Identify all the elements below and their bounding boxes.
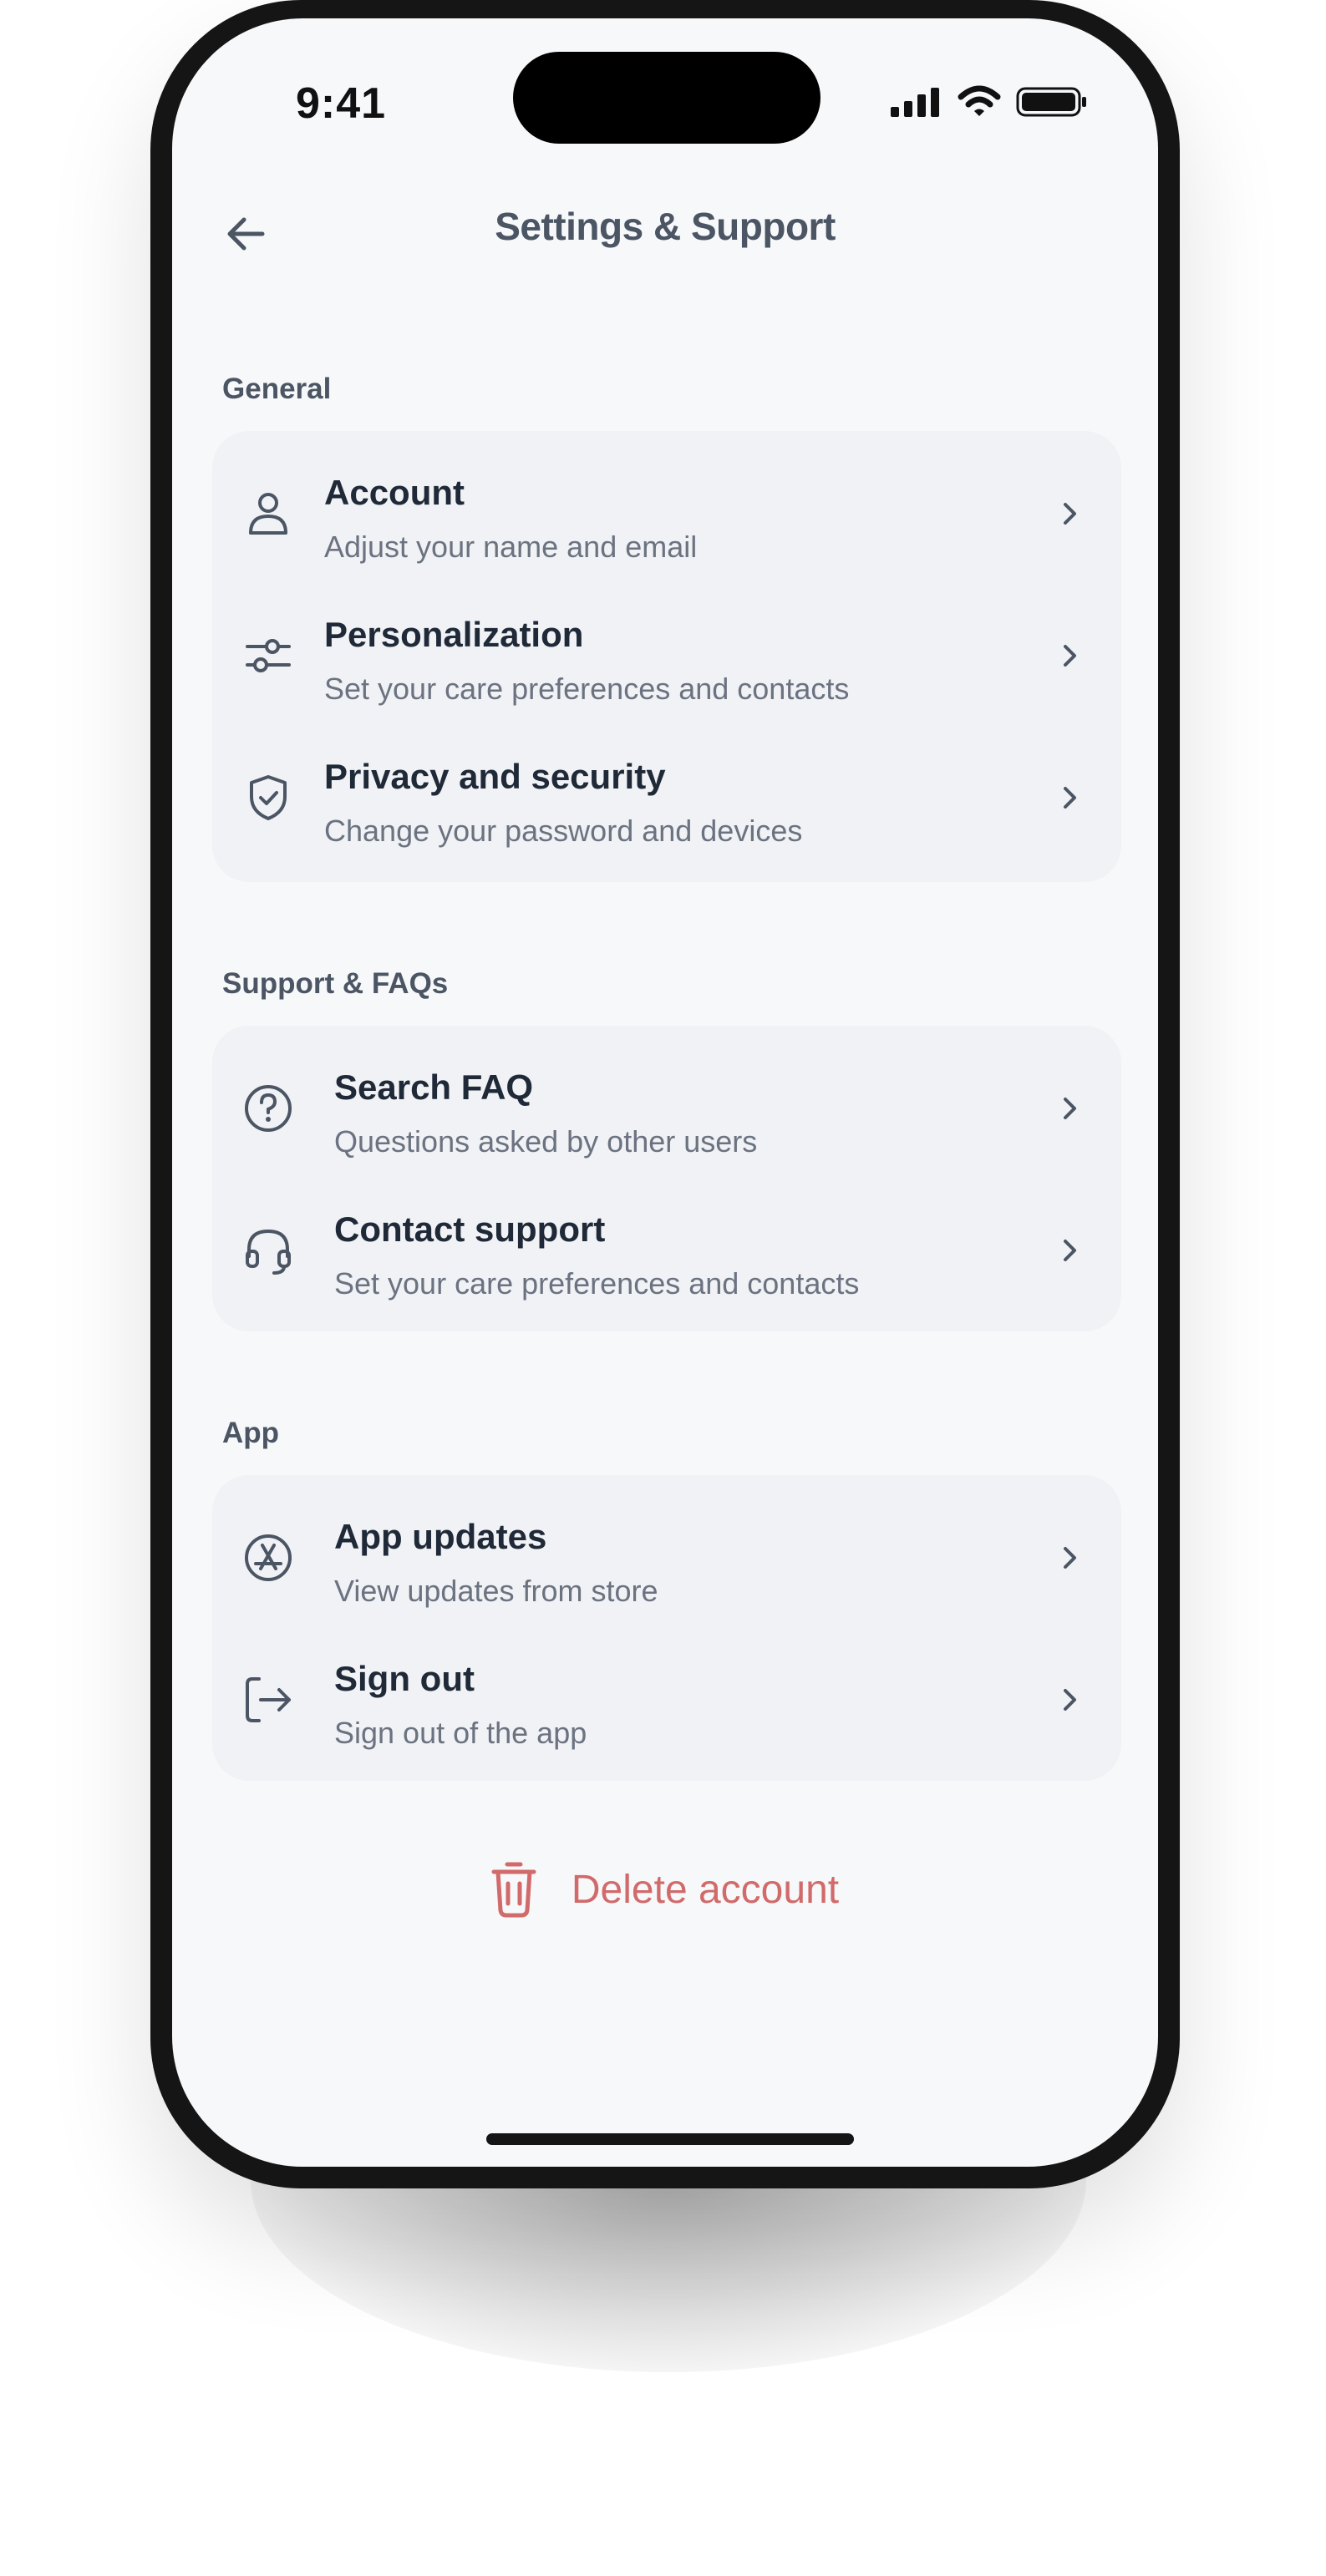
user-icon <box>249 493 287 535</box>
settings-item-title: Search FAQ <box>334 1067 534 1107</box>
trash-icon <box>491 1862 536 1918</box>
wifi-icon <box>958 85 1001 116</box>
sign-out-icon <box>246 1677 291 1722</box>
settings-item-title: Personalization <box>324 615 584 654</box>
status-icons <box>889 85 1088 119</box>
settings-card-general: Account Adjust your name and email Perso… <box>212 431 1121 882</box>
chevron-right-icon <box>1064 503 1076 525</box>
chevron-right-icon <box>1064 1098 1076 1119</box>
settings-item-contact-support[interactable]: Contact support Set your care preference… <box>212 1179 1121 1321</box>
settings-item-title: Sign out <box>334 1659 475 1698</box>
headset-icon <box>246 1229 291 1275</box>
phone-screen: 9:41 Settings & Support General Account … <box>172 18 1158 2167</box>
settings-item-subtitle: Questions asked by other users <box>334 1124 758 1159</box>
settings-item-title: Contact support <box>334 1209 606 1249</box>
settings-card-support: Search FAQ Questions asked by other user… <box>212 1026 1121 1331</box>
settings-item-subtitle: Change your password and devices <box>324 814 803 848</box>
delete-account-label: Delete account <box>571 1867 840 1912</box>
app-store-icon <box>245 1534 292 1581</box>
settings-item-subtitle: Adjust your name and email <box>324 530 698 564</box>
section-label-general: General <box>222 373 332 405</box>
chevron-right-icon <box>1064 1547 1076 1569</box>
settings-item-privacy-security[interactable]: Privacy and security Change your passwor… <box>212 727 1121 869</box>
settings-item-subtitle: Set your care preferences and contacts <box>334 1266 860 1301</box>
battery-icon <box>1016 87 1086 117</box>
page-title: Settings & Support <box>495 205 836 248</box>
settings-card-app: App updates View updates from store Sign… <box>212 1475 1121 1781</box>
settings-item-subtitle: Sign out of the app <box>334 1716 587 1750</box>
delete-account-button[interactable]: Delete account <box>172 1848 1158 1931</box>
settings-item-subtitle: Set your care preferences and contacts <box>324 672 850 706</box>
settings-item-account[interactable]: Account Adjust your name and email <box>212 443 1121 585</box>
cellular-signal-icon <box>891 88 939 117</box>
sliders-icon <box>246 639 291 672</box>
settings-item-app-updates[interactable]: App updates View updates from store <box>212 1487 1121 1629</box>
settings-item-search-faq[interactable]: Search FAQ Questions asked by other user… <box>212 1037 1121 1179</box>
question-circle-icon <box>245 1085 292 1132</box>
chevron-right-icon <box>1064 787 1076 809</box>
settings-item-sign-out[interactable]: Sign out Sign out of the app <box>212 1629 1121 1771</box>
status-time: 9:41 <box>296 79 387 128</box>
shield-check-icon <box>250 775 287 820</box>
settings-item-title: Account <box>324 473 465 512</box>
home-indicator[interactable] <box>486 2133 854 2145</box>
settings-item-personalization[interactable]: Personalization Set your care preference… <box>212 585 1121 727</box>
settings-item-title: App updates <box>334 1517 547 1556</box>
section-label-app: App <box>222 1417 280 1449</box>
chevron-right-icon <box>1064 645 1076 667</box>
settings-item-subtitle: View updates from store <box>334 1574 658 1608</box>
chevron-right-icon <box>1064 1689 1076 1711</box>
section-label-support: Support & FAQs <box>222 967 449 1000</box>
chevron-right-icon <box>1064 1240 1076 1261</box>
settings-item-title: Privacy and security <box>324 757 666 796</box>
dynamic-island <box>513 52 820 144</box>
